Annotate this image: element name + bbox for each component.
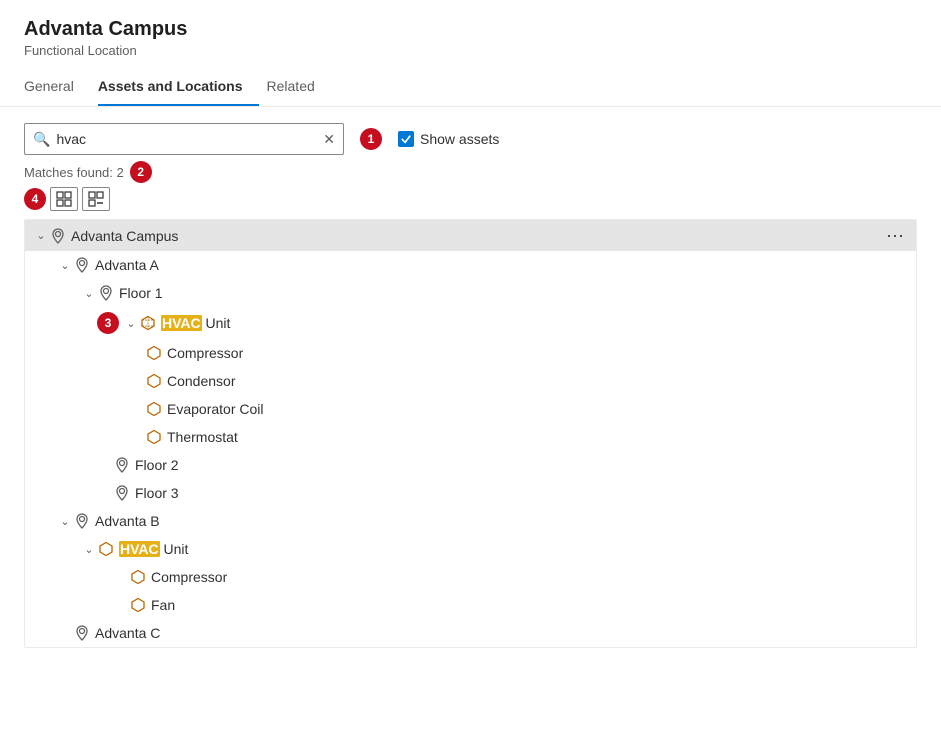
page-header: Advanta Campus Functional Location xyxy=(0,0,941,58)
asset-icon-fan-1 xyxy=(129,596,147,614)
tab-general[interactable]: General xyxy=(24,68,90,106)
chevron-advanta-a[interactable]: ⌄ xyxy=(57,257,73,273)
label-evaporator-coil-1: Evaporator Coil xyxy=(167,401,908,417)
asset-icon-compressor-1 xyxy=(145,344,163,362)
step1-badge: 1 xyxy=(360,128,382,150)
label-condensor-1: Condensor xyxy=(167,373,908,389)
tree-item-floor-1[interactable]: ⌄ Floor 1 xyxy=(25,279,916,307)
asset-icon-hvac-unit-1 xyxy=(139,314,157,332)
label-advanta-b: Advanta B xyxy=(95,513,908,529)
chevron-advanta-campus[interactable]: ⌄ xyxy=(33,228,49,244)
content-area: 🔍 ✕ 1 Show assets Matches found: 2 2 4 xyxy=(0,107,941,664)
label-compressor-1: Compressor xyxy=(167,345,908,361)
tree-item-hvac-unit-1[interactable]: 3 ⌄ HVAC Unit xyxy=(25,307,916,339)
search-row: 🔍 ✕ 1 Show assets xyxy=(24,123,917,155)
tree-item-advanta-campus[interactable]: ⌄ Advanta Campus ··· xyxy=(25,220,916,251)
tree-item-evaporator-coil-1[interactable]: Evaporator Coil xyxy=(25,395,916,423)
page-subtitle: Functional Location xyxy=(24,43,917,58)
collapse-all-icon xyxy=(88,191,104,207)
label-hvac-unit-1: HVAC Unit xyxy=(161,315,908,331)
tab-related[interactable]: Related xyxy=(267,68,331,106)
tree-item-floor-2[interactable]: Floor 2 xyxy=(25,451,916,479)
tree-item-compressor-2[interactable]: Compressor xyxy=(25,563,916,591)
location-icon-advanta-a xyxy=(73,256,91,274)
label-floor-3: Floor 3 xyxy=(135,485,908,501)
chevron-advanta-b[interactable]: ⌄ xyxy=(57,513,73,529)
label-thermostat-1: Thermostat xyxy=(167,429,908,445)
collapse-all-button[interactable] xyxy=(82,187,110,211)
label-fan-1: Fan xyxy=(151,597,908,613)
matches-text: Matches found: 2 xyxy=(24,165,124,180)
tree-item-advanta-a[interactable]: ⌄ Advanta A xyxy=(25,251,916,279)
step4-badge: 4 xyxy=(24,188,46,210)
label-compressor-2: Compressor xyxy=(151,569,908,585)
asset-icon-hvac-unit-2 xyxy=(97,540,115,558)
tree-item-thermostat-1[interactable]: Thermostat xyxy=(25,423,916,451)
tab-assets-locations[interactable]: Assets and Locations xyxy=(98,68,259,106)
tree-item-floor-3[interactable]: Floor 3 xyxy=(25,479,916,507)
more-button-advanta-campus[interactable]: ··· xyxy=(882,225,908,246)
location-icon-advanta-c xyxy=(73,624,91,642)
chevron-floor-1[interactable]: ⌄ xyxy=(81,285,97,301)
checkbox-label: Show assets xyxy=(420,131,499,147)
location-icon-floor-3 xyxy=(113,484,131,502)
clear-icon[interactable]: ✕ xyxy=(323,131,335,148)
search-box[interactable]: 🔍 ✕ xyxy=(24,123,344,155)
tree-item-advanta-c[interactable]: Advanta C xyxy=(25,619,916,647)
label-advanta-campus: Advanta Campus xyxy=(71,228,882,244)
tree-item-fan-1[interactable]: Fan xyxy=(25,591,916,619)
page-title: Advanta Campus xyxy=(24,18,917,41)
label-floor-1: Floor 1 xyxy=(119,285,908,301)
location-icon-floor-2 xyxy=(113,456,131,474)
tree-container: ⌄ Advanta Campus ··· ⌄ Advanta A xyxy=(24,219,917,648)
step3-badge: 3 xyxy=(97,312,119,334)
toolbar-row: 4 xyxy=(24,187,917,211)
search-icon: 🔍 xyxy=(33,131,50,148)
label-hvac-unit-2: HVAC Unit xyxy=(119,541,908,557)
label-advanta-a: Advanta A xyxy=(95,257,908,273)
location-icon-advanta-campus xyxy=(49,227,67,245)
tree-item-hvac-unit-2[interactable]: ⌄ HVAC Unit xyxy=(25,535,916,563)
chevron-hvac-unit-2[interactable]: ⌄ xyxy=(81,541,97,557)
label-advanta-c: Advanta C xyxy=(95,625,908,641)
tree-item-compressor-1[interactable]: Compressor xyxy=(25,339,916,367)
matches-row: Matches found: 2 2 xyxy=(24,161,917,183)
expand-all-icon xyxy=(56,191,72,207)
tree-item-advanta-b[interactable]: ⌄ Advanta B xyxy=(25,507,916,535)
asset-icon-thermostat-1 xyxy=(145,428,163,446)
tab-bar: General Assets and Locations Related xyxy=(0,68,941,107)
highlight-hvac-1: HVAC xyxy=(161,315,202,331)
asset-icon-compressor-2 xyxy=(129,568,147,586)
expand-all-button[interactable] xyxy=(50,187,78,211)
location-icon-floor-1 xyxy=(97,284,115,302)
show-assets-checkbox[interactable]: Show assets xyxy=(398,131,499,147)
label-floor-2: Floor 2 xyxy=(135,457,908,473)
asset-icon-condensor-1 xyxy=(145,372,163,390)
checkbox-box xyxy=(398,131,414,147)
location-icon-advanta-b xyxy=(73,512,91,530)
step2-badge: 2 xyxy=(130,161,152,183)
asset-icon-evaporator-coil-1 xyxy=(145,400,163,418)
chevron-hvac-unit-1[interactable]: ⌄ xyxy=(123,315,139,331)
tree-item-condensor-1[interactable]: Condensor xyxy=(25,367,916,395)
search-input[interactable] xyxy=(56,131,323,147)
highlight-hvac-2: HVAC xyxy=(119,541,160,557)
